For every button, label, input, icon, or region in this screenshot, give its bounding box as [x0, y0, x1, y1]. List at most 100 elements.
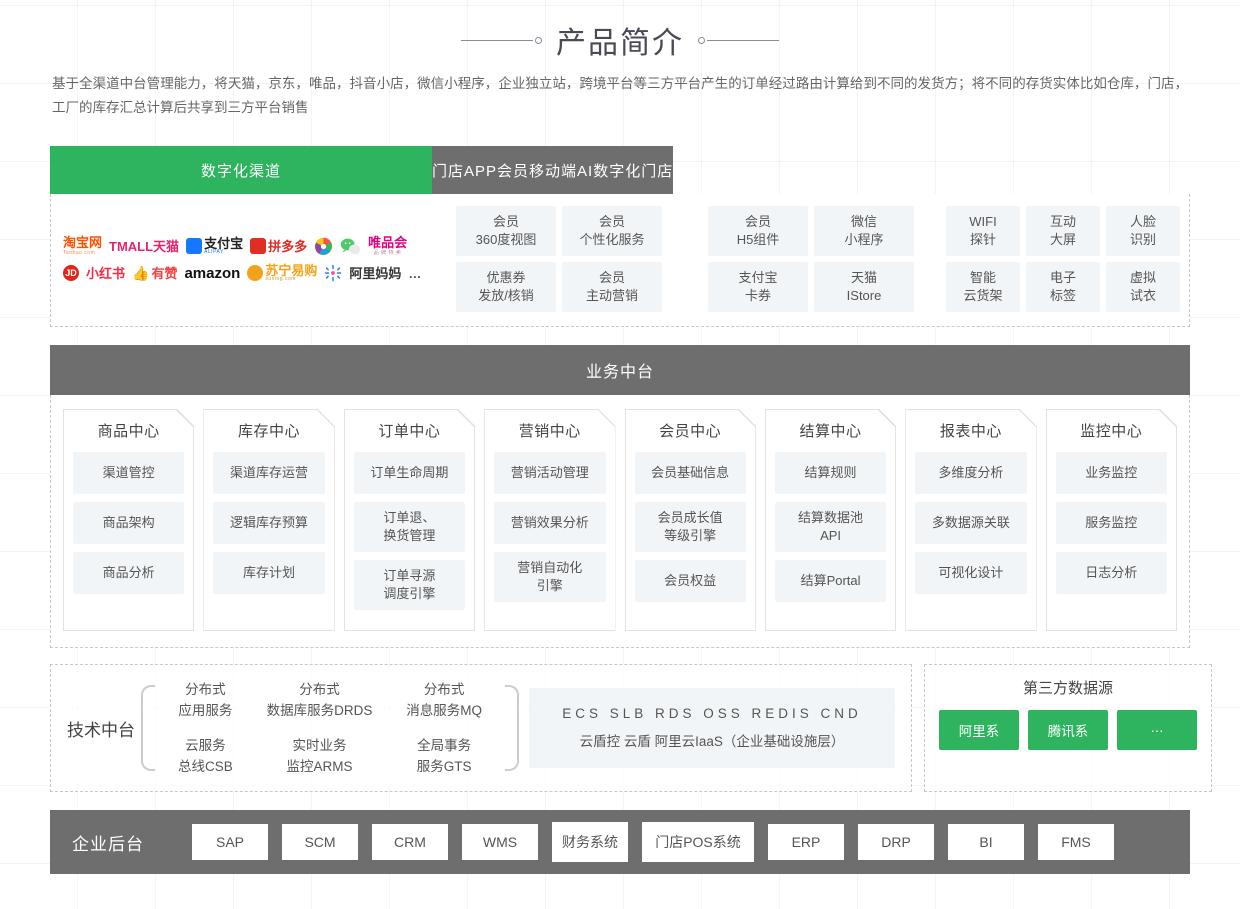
logo-xiaohongshu: 小红书 — [86, 265, 126, 281]
business-card-item[interactable]: 结算规则 — [775, 452, 886, 494]
logo-amazon: amazon — [184, 264, 241, 282]
member-mobile-cell[interactable]: 微信 小程序 — [814, 206, 914, 256]
brand-logo-row-2: JD 小红书 👍 有赞 amazon 苏宁易购 suning.com 阿里妈妈 … — [63, 264, 433, 282]
business-card-item[interactable]: 会员成长值 等级引擎 — [635, 502, 746, 552]
enterprise-system-sap[interactable]: SAP — [192, 824, 268, 860]
business-card-monitor[interactable]: 监控中心 业务监控 服务监控 日志分析 — [1046, 409, 1177, 631]
store-app-cell[interactable]: 会员 个性化服务 — [562, 206, 662, 256]
tech-item[interactable]: 分布式 消息服务MQ — [406, 679, 482, 721]
member-mobile-cell[interactable]: 天猫 IStore — [814, 262, 914, 312]
tech-column-list: 分布式 应用服务 云服务 总线CSB 分布式 数据库服务DRDS 实时业务 监控ARMS… — [155, 679, 505, 777]
enterprise-system-wms[interactable]: WMS — [462, 824, 538, 860]
business-card-title: 营销中心 — [518, 423, 581, 440]
enterprise-backend-bar: 企业后台 SAP SCM CRM WMS 财务系统 门店POS系统 ERP DR… — [50, 810, 1190, 874]
store-app-cell[interactable]: 优惠券 发放/核销 — [456, 262, 556, 312]
business-card-item[interactable]: 日志分析 — [1056, 552, 1167, 594]
tech-item[interactable]: 分布式 应用服务 — [178, 679, 233, 721]
enterprise-system-crm[interactable]: CRM — [372, 824, 448, 860]
tech-midplatform-section: 技术中台 分布式 应用服务 云服务 总线CSB 分布式 数据库服务DRDS 实时业务监… — [50, 664, 912, 792]
enterprise-backend-title: 企业后台 — [72, 834, 144, 854]
business-card-item[interactable]: 结算Portal — [775, 560, 886, 602]
logo-more-ellipsis: … — [408, 265, 422, 281]
store-app-group: 会员 360度视图 会员 个性化服务 优惠券 发放/核销 会员 主动营销 — [433, 206, 685, 312]
business-card-product[interactable]: 商品中心 渠道管控 商品架构 商品分析 — [63, 409, 194, 631]
business-card-item[interactable]: 营销效果分析 — [494, 502, 605, 544]
business-card-title: 报表中心 — [939, 423, 1002, 440]
business-card-item[interactable]: 逻辑库存预算 — [213, 502, 324, 544]
ai-store-cell[interactable]: 人脸 识别 — [1106, 206, 1180, 256]
business-card-item[interactable]: 渠道管控 — [73, 452, 184, 494]
logo-pinduoduo: 拼多多 — [250, 238, 307, 254]
ai-store-cell[interactable]: 虚拟 试衣 — [1106, 262, 1180, 312]
business-card-item[interactable]: 商品架构 — [73, 502, 184, 544]
logo-alimama: 阿里妈妈 — [349, 265, 402, 281]
logo-vip: 唯品会 品 牌 特 卖 — [368, 235, 408, 256]
logo-alimama-icon — [324, 264, 342, 282]
ai-store-cell[interactable]: 智能 云货架 — [946, 262, 1020, 312]
enterprise-system-drp[interactable]: DRP — [858, 824, 934, 860]
channel-tab-ai-store[interactable]: AI数字化门店 — [577, 146, 674, 194]
business-card-item[interactable]: 可视化设计 — [915, 552, 1026, 594]
tech-column: 分布式 应用服务 云服务 总线CSB — [178, 679, 233, 777]
business-card-item[interactable]: 库存计划 — [213, 552, 324, 594]
business-card-item[interactable]: 订单生命周期 — [354, 452, 465, 494]
channel-tab-bar: 数字化渠道 门店APP 会员移动端 AI数字化门店 — [50, 146, 1190, 194]
business-card-report[interactable]: 报表中心 多维度分析 多数据源关联 可视化设计 — [905, 409, 1036, 631]
business-card-member[interactable]: 会员中心 会员基础信息 会员成长值 等级引擎 会员权益 — [625, 409, 756, 631]
business-card-item[interactable]: 多维度分析 — [915, 452, 1026, 494]
enterprise-system-erp[interactable]: ERP — [768, 824, 844, 860]
business-card-item[interactable]: 渠道库存运营 — [213, 452, 324, 494]
third-party-button-more[interactable]: … — [1117, 710, 1197, 750]
logo-suning: 苏宁易购 suning.com — [247, 264, 317, 282]
enterprise-system-store-pos[interactable]: 门店POS系统 — [642, 822, 754, 862]
store-app-cell[interactable]: 会员 360度视图 — [456, 206, 556, 256]
tech-and-thirdparty-row: 技术中台 分布式 应用服务 云服务 总线CSB 分布式 数据库服务DRDS 实时业务监… — [50, 664, 1212, 792]
store-app-cell[interactable]: 会员 主动营销 — [562, 262, 662, 312]
logo-taobao: 淘宝网 Taobao.com — [63, 235, 103, 256]
tech-column: 分布式 数据库服务DRDS 实时业务 监控ARMS — [267, 679, 373, 777]
ai-store-cell[interactable]: 互动 大屏 — [1026, 206, 1100, 256]
logo-wechat-icon — [340, 237, 361, 256]
channel-content: 淘宝网 Taobao.com TMALL天猫 支付宝 ALIPAY 拼多多 唯品… — [50, 194, 1190, 327]
business-card-settlement[interactable]: 结算中心 结算规则 结算数据池 API 结算Portal — [765, 409, 896, 631]
ai-store-cell[interactable]: WIFI 探针 — [946, 206, 1020, 256]
enterprise-system-scm[interactable]: SCM — [282, 824, 358, 860]
logo-tmall: TMALL天猫 — [109, 238, 180, 254]
cloud-services-row: ECS SLB RDS OSS REDIS CND — [562, 706, 862, 721]
business-card-item[interactable]: 结算数据池 API — [775, 502, 886, 552]
tech-item[interactable]: 实时业务 监控ARMS — [267, 735, 373, 777]
member-mobile-cell[interactable]: 会员 H5组件 — [708, 206, 808, 256]
third-party-datasource-section: 第三方数据源 阿里系 腾讯系 … — [924, 664, 1212, 792]
business-card-item[interactable]: 营销活动管理 — [494, 452, 605, 494]
business-card-marketing[interactable]: 营销中心 营销活动管理 营销效果分析 营销自动化 引擎 — [484, 409, 615, 631]
business-card-item[interactable]: 营销自动化 引擎 — [494, 552, 605, 602]
business-card-inventory[interactable]: 库存中心 渠道库存运营 逻辑库存预算 库存计划 — [203, 409, 334, 631]
third-party-button-tencent[interactable]: 腾讯系 — [1028, 710, 1108, 750]
business-card-item[interactable]: 订单退、 换货管理 — [354, 502, 465, 552]
enterprise-system-bi[interactable]: BI — [948, 824, 1024, 860]
channel-tab-digital[interactable]: 数字化渠道 — [50, 146, 432, 194]
tech-item[interactable]: 分布式 数据库服务DRDS — [267, 679, 373, 721]
channel-tab-member-mobile[interactable]: 会员移动端 — [497, 146, 578, 194]
tech-item[interactable]: 云服务 总线CSB — [178, 735, 233, 777]
logo-jd: JD — [63, 265, 79, 281]
channel-tab-store-app[interactable]: 门店APP — [432, 146, 498, 194]
third-party-button-alibaba[interactable]: 阿里系 — [939, 710, 1019, 750]
business-card-item[interactable]: 订单寻源 调度引擎 — [354, 560, 465, 610]
business-card-item[interactable]: 会员基础信息 — [635, 452, 746, 494]
tech-item[interactable]: 全局事务 服务GTS — [406, 735, 482, 777]
business-card-order[interactable]: 订单中心 订单生命周期 订单退、 换货管理 订单寻源 调度引擎 — [344, 409, 475, 631]
business-card-item[interactable]: 服务监控 — [1056, 502, 1167, 544]
enterprise-system-fms[interactable]: FMS — [1038, 824, 1114, 860]
enterprise-system-finance[interactable]: 财务系统 — [552, 822, 628, 862]
third-party-button-list: 阿里系 腾讯系 … — [939, 710, 1197, 750]
member-mobile-cell[interactable]: 支付宝 卡券 — [708, 262, 808, 312]
logo-douyin-icon — [314, 237, 333, 256]
brand-logo-wall: 淘宝网 Taobao.com TMALL天猫 支付宝 ALIPAY 拼多多 唯品… — [51, 206, 433, 312]
ai-store-cell[interactable]: 电子 标签 — [1026, 262, 1100, 312]
business-card-item[interactable]: 业务监控 — [1056, 452, 1167, 494]
cloud-infrastructure-box: ECS SLB RDS OSS REDIS CND 云盾控 云盾 阿里云IaaS… — [529, 688, 895, 768]
business-card-item[interactable]: 会员权益 — [635, 560, 746, 602]
business-card-item[interactable]: 多数据源关联 — [915, 502, 1026, 544]
business-card-item[interactable]: 商品分析 — [73, 552, 184, 594]
